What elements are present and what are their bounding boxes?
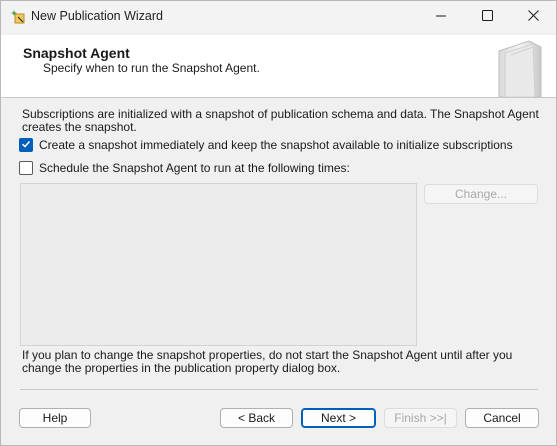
schedule-agent-option[interactable]: Schedule the Snapshot Agent to run at th… (19, 161, 350, 175)
create-snapshot-option[interactable]: Create a snapshot immediately and keep t… (19, 138, 513, 152)
title-bar[interactable]: New Publication Wizard (1, 1, 556, 33)
cancel-button[interactable]: Cancel (465, 408, 539, 428)
next-button[interactable]: Next > (301, 408, 376, 428)
checkmark-icon (21, 138, 31, 152)
minimize-icon (436, 10, 446, 24)
header-divider (1, 97, 556, 98)
book-icon (489, 37, 549, 98)
help-button[interactable]: Help (19, 408, 91, 428)
page-subtitle: Specify when to run the Snapshot Agent. (43, 61, 260, 75)
finish-button[interactable]: Finish >>| (384, 408, 457, 428)
maximize-button[interactable] (464, 1, 510, 33)
description-text: Subscriptions are initialized with a sna… (22, 107, 539, 134)
wizard-window: New Publication Wizard Snapshot Agent Sp… (0, 0, 557, 446)
create-snapshot-label: Create a snapshot immediately and keep t… (39, 138, 513, 152)
page-title: Snapshot Agent (23, 45, 130, 61)
schedule-agent-checkbox[interactable] (19, 161, 33, 175)
back-button[interactable]: < Back (220, 408, 293, 428)
wizard-header: Snapshot Agent Specify when to run the S… (1, 35, 556, 98)
close-icon (527, 10, 539, 24)
close-button[interactable] (510, 1, 556, 33)
window-title: New Publication Wizard (31, 9, 163, 23)
create-snapshot-checkbox[interactable] (19, 138, 33, 152)
footer-divider (20, 389, 538, 390)
wizard-sparkle-icon (10, 9, 26, 25)
maximize-icon (481, 10, 493, 24)
schedule-agent-label: Schedule the Snapshot Agent to run at th… (39, 161, 350, 175)
minimize-button[interactable] (418, 1, 464, 33)
note-text: If you plan to change the snapshot prope… (22, 348, 513, 375)
change-button[interactable]: Change... (424, 184, 538, 204)
schedule-textbox (20, 183, 417, 346)
